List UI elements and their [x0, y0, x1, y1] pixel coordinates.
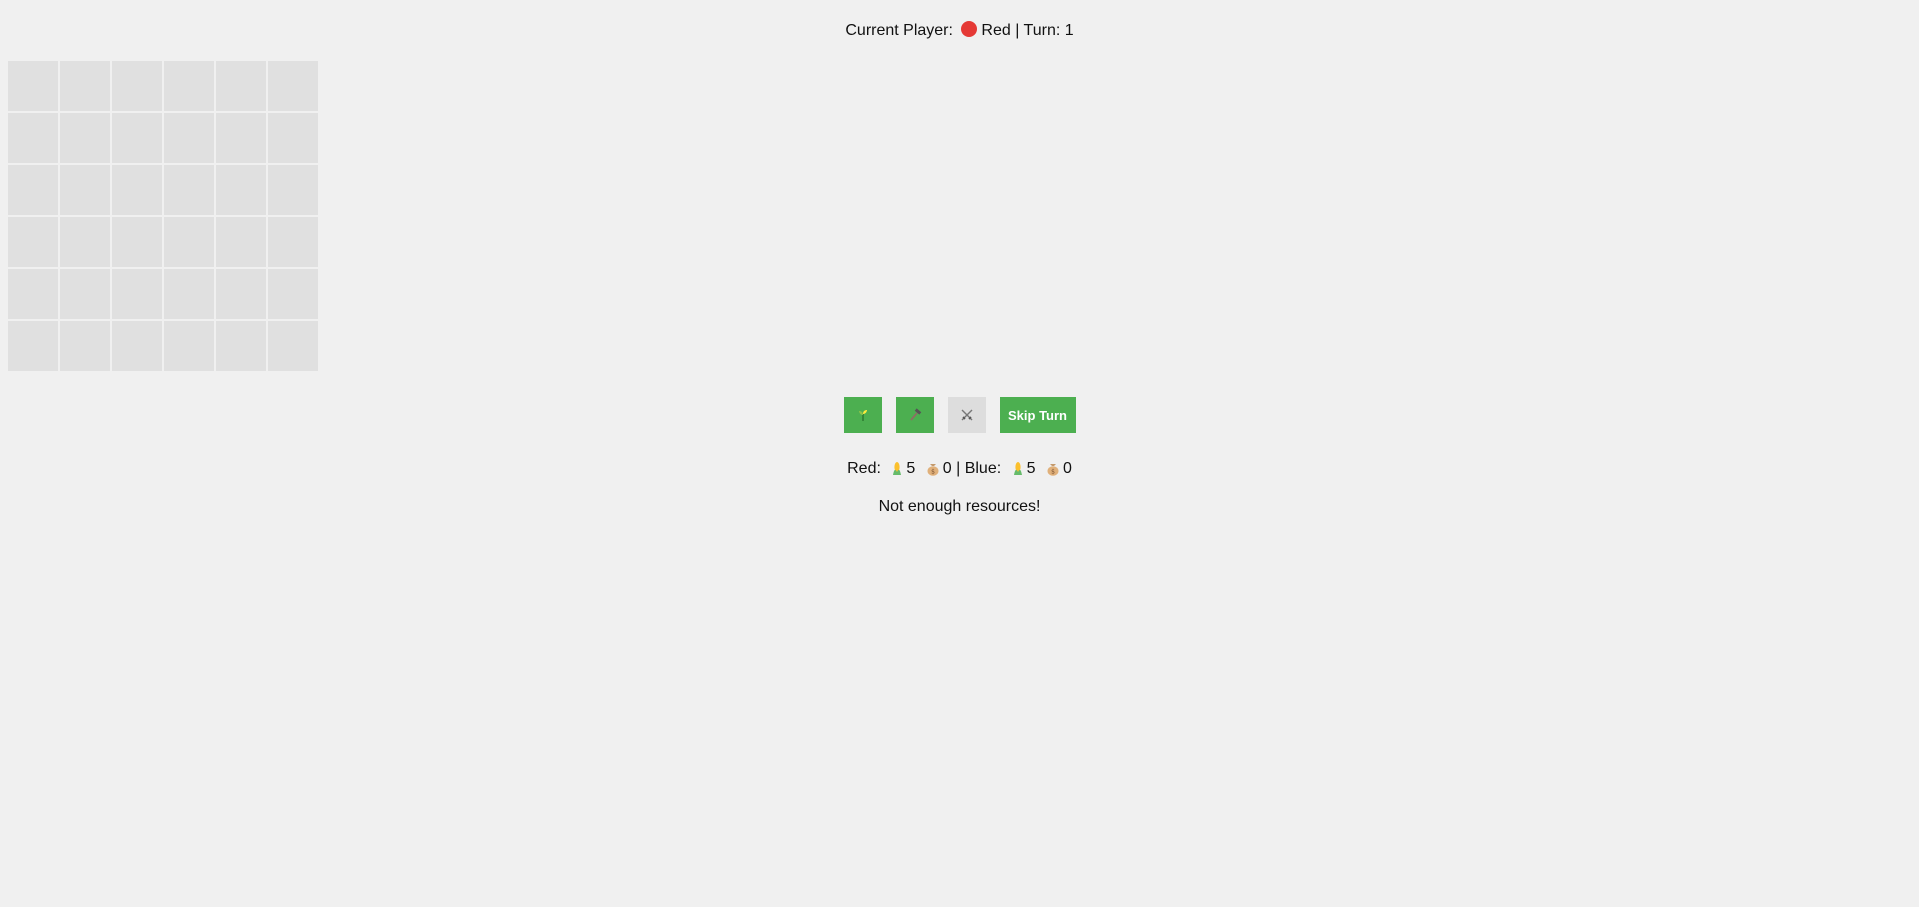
turn-number: 1: [1064, 22, 1074, 39]
board-cell[interactable]: [60, 61, 110, 111]
board-cell[interactable]: [164, 61, 214, 111]
board-cell[interactable]: [164, 165, 214, 215]
svg-text:$: $: [931, 469, 935, 476]
board-cell[interactable]: [216, 217, 266, 267]
current-player-label: Current Player:: [845, 22, 953, 39]
turn-label: Turn:: [1023, 22, 1061, 39]
board-cell[interactable]: [8, 217, 58, 267]
action-bar: Skip Turn: [0, 397, 1919, 433]
board-cell[interactable]: [216, 321, 266, 371]
red-food-count: 5: [906, 460, 916, 477]
corn-icon: [891, 460, 903, 483]
player-color-dot: [961, 21, 978, 37]
board-cell[interactable]: [268, 61, 318, 111]
game-board: [8, 61, 318, 371]
board-cell[interactable]: [112, 217, 162, 267]
board-cell[interactable]: [60, 165, 110, 215]
board-cell[interactable]: [60, 217, 110, 267]
blue-resources-label: Blue:: [964, 460, 1002, 477]
money-bag-icon: $: [1046, 460, 1060, 483]
status-bar: Current Player: Red | Turn: 1: [0, 20, 1919, 42]
sprout-icon: [856, 408, 870, 422]
status-separator: |: [1015, 22, 1020, 39]
board-cell[interactable]: [216, 61, 266, 111]
attack-button[interactable]: [947, 397, 986, 433]
board-cell[interactable]: [112, 165, 162, 215]
board-cell[interactable]: [112, 113, 162, 163]
board-cell[interactable]: [216, 269, 266, 319]
board-cell[interactable]: [268, 165, 318, 215]
board-cell[interactable]: [60, 269, 110, 319]
current-player-name: Red: [981, 22, 1011, 39]
board-cell[interactable]: [268, 269, 318, 319]
crossed-swords-icon: [960, 408, 974, 422]
board-cell[interactable]: [164, 269, 214, 319]
board-cell[interactable]: [268, 321, 318, 371]
board-cell[interactable]: [8, 113, 58, 163]
board-cell[interactable]: [268, 217, 318, 267]
board-cell[interactable]: [164, 113, 214, 163]
svg-text:$: $: [1051, 469, 1055, 476]
resource-summary: Red: 5 $ 0 | Blue: 5 $ 0: [0, 458, 1919, 483]
red-gold-count: 0: [942, 460, 952, 477]
hammer-icon: [908, 408, 922, 422]
game-message: Not enough resources!: [878, 498, 1041, 515]
board-cell[interactable]: [8, 165, 58, 215]
board-cell[interactable]: [8, 61, 58, 111]
board-cell[interactable]: [112, 321, 162, 371]
build-button[interactable]: [895, 397, 934, 433]
board-cell[interactable]: [164, 217, 214, 267]
board-cell[interactable]: [268, 113, 318, 163]
blue-food-count: 5: [1026, 460, 1036, 477]
board-cell[interactable]: [112, 269, 162, 319]
skip-turn-button[interactable]: Skip Turn: [999, 397, 1076, 433]
board-cell[interactable]: [216, 113, 266, 163]
resources-separator: |: [956, 460, 961, 477]
board-cell[interactable]: [164, 321, 214, 371]
board-cell[interactable]: [8, 321, 58, 371]
board-cell[interactable]: [60, 321, 110, 371]
corn-icon: [1012, 460, 1024, 483]
farm-button[interactable]: [843, 397, 882, 433]
red-resources-label: Red:: [847, 460, 881, 477]
board-cell[interactable]: [60, 113, 110, 163]
board-cell[interactable]: [216, 165, 266, 215]
blue-gold-count: 0: [1062, 460, 1072, 477]
board-cell[interactable]: [112, 61, 162, 111]
board-cell[interactable]: [8, 269, 58, 319]
money-bag-icon: $: [926, 460, 940, 483]
